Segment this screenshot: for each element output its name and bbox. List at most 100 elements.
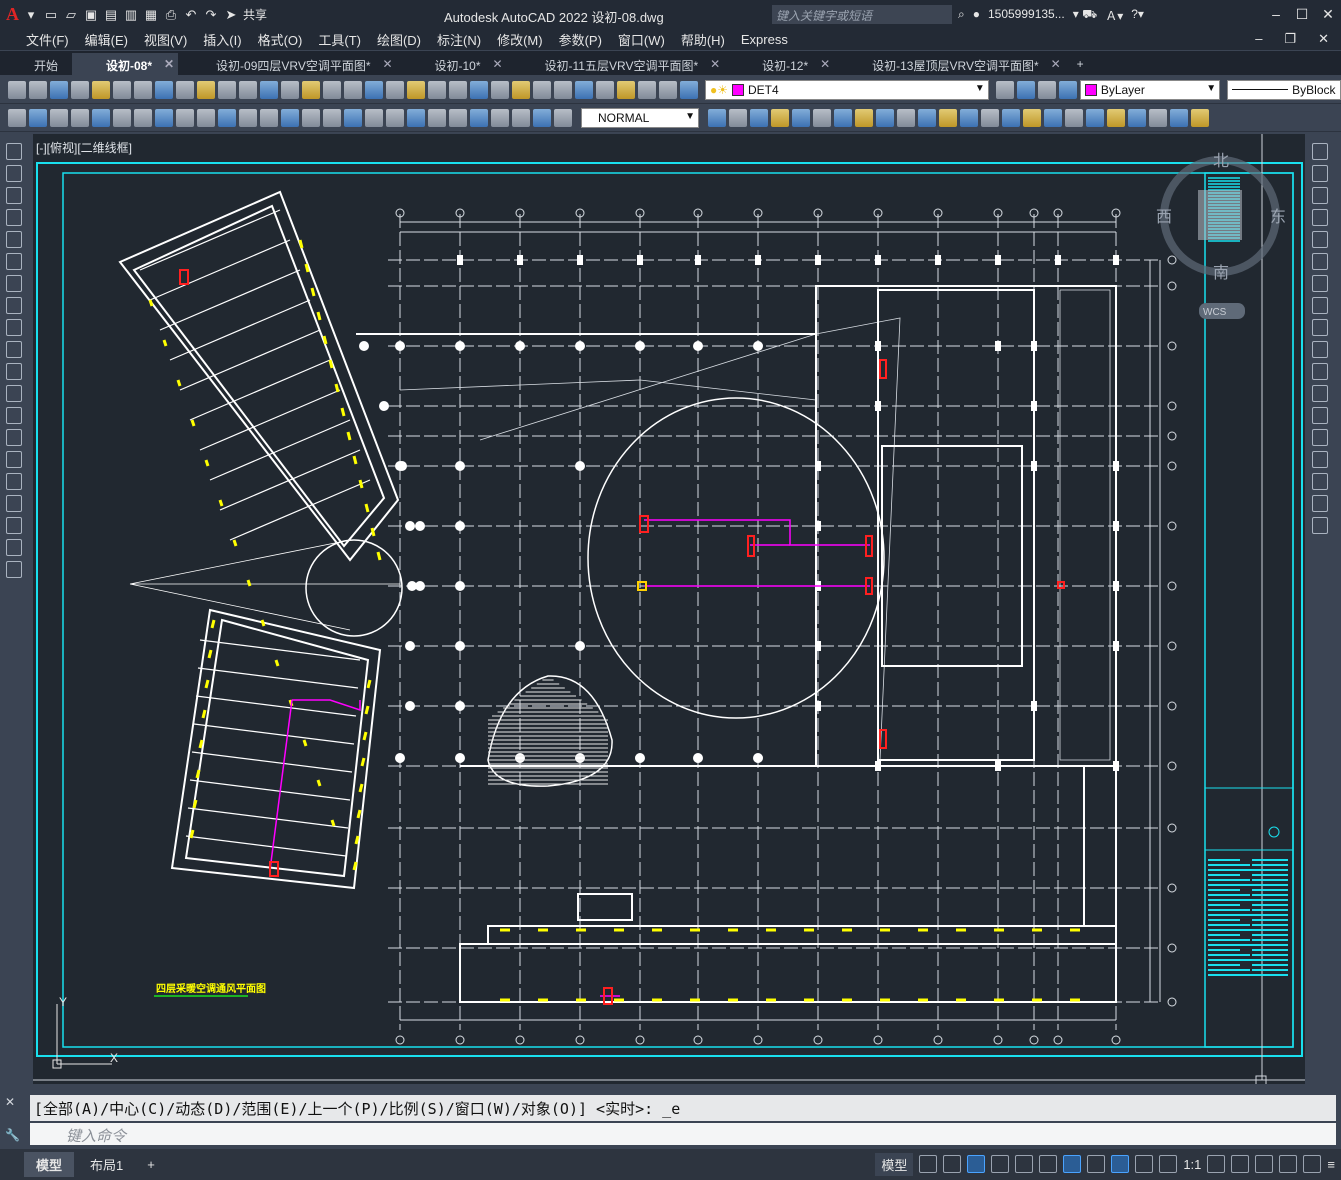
style-tool-icon[interactable]: [1065, 108, 1083, 127]
dimension-tool-icon[interactable]: [260, 108, 278, 127]
help-icon[interactable]: ?▾: [1131, 7, 1144, 24]
layer-tool-icon[interactable]: [1058, 80, 1077, 99]
standard-tool-icon[interactable]: [281, 80, 299, 99]
search-input[interactable]: 键入关键字或短语: [772, 5, 952, 24]
menu-item[interactable]: Express: [733, 32, 796, 47]
polar-icon[interactable]: [991, 1155, 1010, 1173]
save-as-icon[interactable]: ▤: [103, 7, 119, 23]
draw-tool-icon[interactable]: [6, 407, 22, 424]
dimstyle-combo[interactable]: NORMAL ▼: [581, 107, 699, 128]
dimension-tool-icon[interactable]: [8, 108, 26, 127]
standard-tool-icon[interactable]: [113, 80, 131, 99]
color-combo[interactable]: ByLayer ▼: [1079, 79, 1221, 100]
grid-icon[interactable]: [919, 1155, 938, 1173]
standard-tool-icon[interactable]: [617, 80, 635, 99]
print-icon[interactable]: ⎙: [163, 7, 179, 23]
wrench-icon[interactable]: 🔧: [5, 1128, 20, 1142]
standard-tool-icon[interactable]: [386, 80, 404, 99]
style-tool-icon[interactable]: [918, 108, 936, 127]
dimension-tool-icon[interactable]: [533, 108, 551, 127]
compass-west[interactable]: 西: [1156, 209, 1172, 226]
dimension-tool-icon[interactable]: [449, 108, 467, 127]
new-icon[interactable]: ▭: [43, 7, 59, 23]
viewport-label[interactable]: [-][俯视][二维线框]: [36, 139, 132, 156]
chevron-down-icon[interactable]: ▾: [23, 7, 39, 23]
draw-tool-icon[interactable]: [6, 143, 22, 160]
modify-tool-icon[interactable]: [1312, 341, 1328, 358]
style-tool-icon[interactable]: [1149, 108, 1167, 127]
compass-east[interactable]: 东: [1270, 208, 1286, 226]
menu-item[interactable]: 标注(N): [429, 30, 489, 49]
draw-tool-icon[interactable]: [6, 363, 22, 380]
style-tool-icon[interactable]: [708, 108, 726, 127]
standard-tool-icon[interactable]: [323, 80, 341, 99]
dimension-tool-icon[interactable]: [155, 108, 173, 127]
standard-tool-icon[interactable]: [659, 80, 677, 99]
compass-south[interactable]: 南: [1213, 264, 1229, 282]
style-tool-icon[interactable]: [1023, 108, 1041, 127]
dimension-tool-icon[interactable]: [428, 108, 446, 127]
ortho-icon[interactable]: [967, 1155, 986, 1173]
dimension-tool-icon[interactable]: [302, 108, 320, 127]
tab-4[interactable]: 设初-11五层VRV空调平面图* ✕: [511, 53, 725, 75]
viewcube[interactable]: 北 南 东 西 WCS: [1156, 152, 1286, 319]
draw-tool-icon[interactable]: [6, 275, 22, 292]
draw-tool-icon[interactable]: [6, 341, 22, 358]
close-button[interactable]: ✕: [1315, 0, 1341, 29]
style-tool-icon[interactable]: [1002, 108, 1020, 127]
draw-tool-icon[interactable]: [6, 209, 22, 226]
draw-tool-icon[interactable]: [6, 429, 22, 446]
standard-tool-icon[interactable]: [680, 80, 698, 99]
draw-tool-icon[interactable]: [6, 165, 22, 182]
autodesk-icon[interactable]: Ａ▾: [1105, 7, 1123, 24]
gear-icon[interactable]: [1207, 1155, 1226, 1173]
menu-item[interactable]: 视图(V): [136, 30, 195, 49]
dimension-tool-icon[interactable]: [218, 108, 236, 127]
style-tool-icon[interactable]: [1107, 108, 1125, 127]
annotation-scale-icon[interactable]: [1159, 1155, 1178, 1173]
tab-1[interactable]: 设初-08* ✕: [72, 53, 179, 75]
menu-item[interactable]: 绘图(D): [369, 30, 429, 49]
add-layout-button[interactable]: +: [135, 1154, 167, 1175]
layer-tool-icon[interactable]: [1016, 80, 1035, 99]
style-tool-icon[interactable]: [834, 108, 852, 127]
customize-icon[interactable]: ≡: [1327, 1157, 1335, 1172]
modify-tool-icon[interactable]: [1312, 143, 1328, 160]
plus-icon[interactable]: [1231, 1155, 1250, 1173]
minimize-button[interactable]: –: [1263, 0, 1289, 29]
standard-tool-icon[interactable]: [533, 80, 551, 99]
style-tool-icon[interactable]: [750, 108, 768, 127]
menu-item[interactable]: 修改(M): [489, 30, 551, 49]
style-tool-icon[interactable]: [876, 108, 894, 127]
osnap-icon[interactable]: [1063, 1155, 1082, 1173]
standard-tool-icon[interactable]: [134, 80, 152, 99]
command-close-icon[interactable]: ✕: [5, 1095, 15, 1109]
compass-north[interactable]: 北: [1213, 152, 1229, 170]
modify-tool-icon[interactable]: [1312, 407, 1328, 424]
standard-tool-icon[interactable]: [260, 80, 278, 99]
menu-item[interactable]: 插入(I): [195, 30, 249, 49]
maximize-button[interactable]: ☐: [1289, 0, 1315, 29]
clean-screen-icon[interactable]: [1303, 1155, 1322, 1173]
dimension-tool-icon[interactable]: [239, 108, 257, 127]
undo-icon[interactable]: ↶: [183, 7, 199, 23]
dimension-tool-icon[interactable]: [176, 108, 194, 127]
dimension-tool-icon[interactable]: [323, 108, 341, 127]
modify-tool-icon[interactable]: [1312, 429, 1328, 446]
close-icon[interactable]: ✕: [382, 57, 392, 71]
close-icon[interactable]: ✕: [710, 57, 720, 71]
modify-tool-icon[interactable]: [1312, 297, 1328, 314]
tab-6[interactable]: 设初-13屋顶层VRV空调平面图* ✕: [838, 53, 1064, 75]
drawing-viewport[interactable]: 四层采暖空调通风平面图 北 南 东 西 WCS Y X: [33, 134, 1305, 1084]
close-icon[interactable]: ✕: [820, 57, 830, 71]
draw-tool-icon[interactable]: [6, 253, 22, 270]
draw-tool-icon[interactable]: [6, 539, 22, 556]
dimension-tool-icon[interactable]: [29, 108, 47, 127]
layer-tool-icon[interactable]: [995, 80, 1014, 99]
style-tool-icon[interactable]: [1086, 108, 1104, 127]
modify-tool-icon[interactable]: [1312, 253, 1328, 270]
standard-tool-icon[interactable]: [29, 80, 47, 99]
modify-tool-icon[interactable]: [1312, 451, 1328, 468]
cart-icon[interactable]: ▾ ⛟: [1073, 7, 1097, 24]
standard-tool-icon[interactable]: [365, 80, 383, 99]
